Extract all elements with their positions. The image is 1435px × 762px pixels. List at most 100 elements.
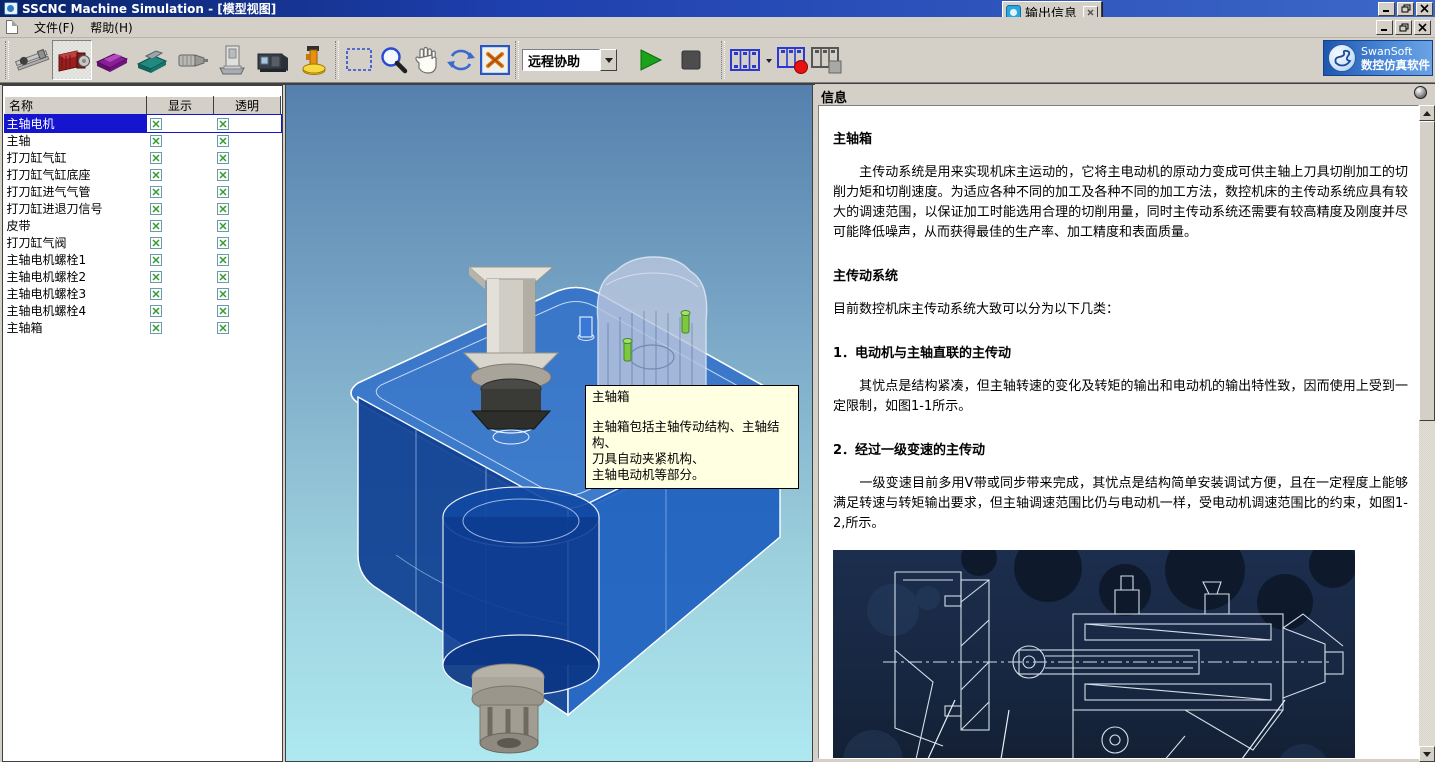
- close-button[interactable]: [1416, 2, 1433, 16]
- checked-icon: [219, 120, 227, 128]
- table-row[interactable]: 主轴电机螺栓3: [5, 285, 281, 302]
- show-checkbox[interactable]: [150, 118, 162, 130]
- toolbar-grip[interactable]: [721, 41, 725, 79]
- info-heading: 1．电动机与主轴直联的主传动: [833, 342, 1408, 361]
- show-checkbox[interactable]: [150, 271, 162, 283]
- film-play-button[interactable]: [728, 42, 762, 78]
- transparent-checkbox[interactable]: [217, 220, 229, 232]
- scroll-up-button[interactable]: [1419, 105, 1435, 121]
- scrollbar-thumb[interactable]: [1419, 121, 1435, 421]
- restore-button[interactable]: [1397, 2, 1414, 16]
- info-content[interactable]: 主轴箱 主传动系统是用来实现机床主运动的，它将主电动机的原动力变成可供主轴上刀具…: [818, 105, 1419, 759]
- table-row[interactable]: 主轴电机: [5, 115, 281, 133]
- film-record-button[interactable]: [776, 42, 810, 78]
- show-checkbox[interactable]: [150, 237, 162, 249]
- cnc-machine-button[interactable]: [252, 40, 292, 80]
- show-checkbox[interactable]: [150, 322, 162, 334]
- pan-tool-button[interactable]: [410, 42, 444, 78]
- stop-icon: [681, 50, 701, 70]
- scroll-down-button[interactable]: [1419, 746, 1435, 762]
- toolbar-grip[interactable]: [5, 41, 9, 79]
- transparent-checkbox[interactable]: [217, 135, 229, 147]
- film-stop-button[interactable]: [810, 42, 844, 78]
- document-icon[interactable]: [6, 20, 18, 34]
- transparent-checkbox[interactable]: [217, 169, 229, 181]
- table-row[interactable]: 打刀缸进退刀信号: [5, 200, 281, 217]
- checked-icon: [219, 171, 227, 179]
- show-checkbox[interactable]: [150, 186, 162, 198]
- menu-file[interactable]: 文件(F): [26, 17, 82, 38]
- table-row[interactable]: 主轴电机螺栓4: [5, 302, 281, 319]
- restore-icon: [1401, 4, 1411, 13]
- pan-hand-icon: [414, 46, 440, 74]
- saddle-part-button[interactable]: [132, 40, 172, 80]
- swan-logo-icon: [1328, 44, 1356, 72]
- toolbar-grip[interactable]: [335, 41, 339, 79]
- child-minimize-button[interactable]: [1376, 20, 1393, 35]
- table-row[interactable]: 主轴: [5, 132, 281, 149]
- table-row[interactable]: 主轴电机螺栓1: [5, 251, 281, 268]
- brand-subtitle: 数控仿真软件: [1361, 58, 1430, 72]
- minimize-button[interactable]: [1378, 2, 1395, 16]
- checked-icon: [219, 188, 227, 196]
- show-checkbox[interactable]: [150, 203, 162, 215]
- table-row[interactable]: 打刀缸进气气管: [5, 183, 281, 200]
- bed-part-button[interactable]: [92, 40, 132, 80]
- transparent-checkbox[interactable]: [217, 322, 229, 334]
- child-restore-button[interactable]: [1395, 20, 1412, 35]
- info-scrollbar[interactable]: [1419, 105, 1435, 762]
- show-checkbox[interactable]: [150, 152, 162, 164]
- column-button[interactable]: [212, 40, 252, 80]
- select-tool-button[interactable]: [342, 42, 376, 78]
- saddle-part-icon: [134, 42, 170, 78]
- show-checkbox[interactable]: [150, 305, 162, 317]
- transparent-checkbox[interactable]: [217, 254, 229, 266]
- zoom-tool-button[interactable]: [376, 42, 410, 78]
- transparent-checkbox[interactable]: [217, 237, 229, 249]
- table-row[interactable]: 打刀缸气缸底座: [5, 166, 281, 183]
- mode-dropdown[interactable]: 远程协助: [522, 48, 617, 72]
- toolbar-grip[interactable]: [515, 41, 519, 79]
- show-checkbox[interactable]: [150, 169, 162, 181]
- film-dropdown-arrow[interactable]: [762, 40, 776, 80]
- table-row[interactable]: 主轴电机螺栓2: [5, 268, 281, 285]
- show-checkbox[interactable]: [150, 288, 162, 300]
- spindle-motor-button[interactable]: [52, 40, 92, 80]
- table-row[interactable]: 打刀缸气阀: [5, 234, 281, 251]
- stop-button[interactable]: [671, 40, 711, 80]
- menu-help[interactable]: 帮助(H): [82, 17, 140, 38]
- play-button[interactable]: [631, 40, 671, 80]
- transparent-checkbox[interactable]: [217, 118, 229, 130]
- show-checkbox[interactable]: [150, 220, 162, 232]
- column-header-show[interactable]: 显示: [147, 97, 214, 115]
- show-checkbox[interactable]: [150, 254, 162, 266]
- transparent-checkbox[interactable]: [217, 271, 229, 283]
- table-row[interactable]: 打刀缸气缸: [5, 149, 281, 166]
- ballscrew-icon: [14, 42, 50, 78]
- mode-dropdown-value[interactable]: 远程协助: [522, 49, 600, 71]
- child-close-button[interactable]: [1414, 20, 1431, 35]
- column-header-name[interactable]: 名称: [5, 97, 147, 115]
- column-header-transparent[interactable]: 透明: [214, 97, 281, 115]
- transparent-checkbox[interactable]: [217, 288, 229, 300]
- rotate-tool-button[interactable]: [444, 42, 478, 78]
- table-row[interactable]: 主轴箱: [5, 319, 281, 336]
- show-checkbox[interactable]: [150, 135, 162, 147]
- model-viewport[interactable]: 主轴箱 主轴箱包括主轴传动结构、主轴结构、 刀具自动夹紧机构、 主轴电动机等部分…: [285, 84, 813, 762]
- checked-icon: [219, 256, 227, 264]
- pin-icon[interactable]: [1414, 86, 1427, 99]
- transparent-checkbox[interactable]: [217, 152, 229, 164]
- transparent-checkbox[interactable]: [217, 305, 229, 317]
- table-row[interactable]: 皮带: [5, 217, 281, 234]
- transparent-checkbox[interactable]: [217, 186, 229, 198]
- cnc-machine-icon: [254, 42, 290, 78]
- brand-badge: SwanSoft 数控仿真软件: [1323, 40, 1433, 76]
- fit-view-button[interactable]: [478, 42, 512, 78]
- transparent-checkbox[interactable]: [217, 203, 229, 215]
- tool-loader-button[interactable]: [292, 40, 332, 80]
- ballscrew-button[interactable]: [12, 40, 52, 80]
- tool-cartridge-button[interactable]: [172, 40, 212, 80]
- mode-dropdown-arrow[interactable]: [600, 49, 617, 71]
- checked-icon: [219, 290, 227, 298]
- app-icon: [4, 2, 18, 15]
